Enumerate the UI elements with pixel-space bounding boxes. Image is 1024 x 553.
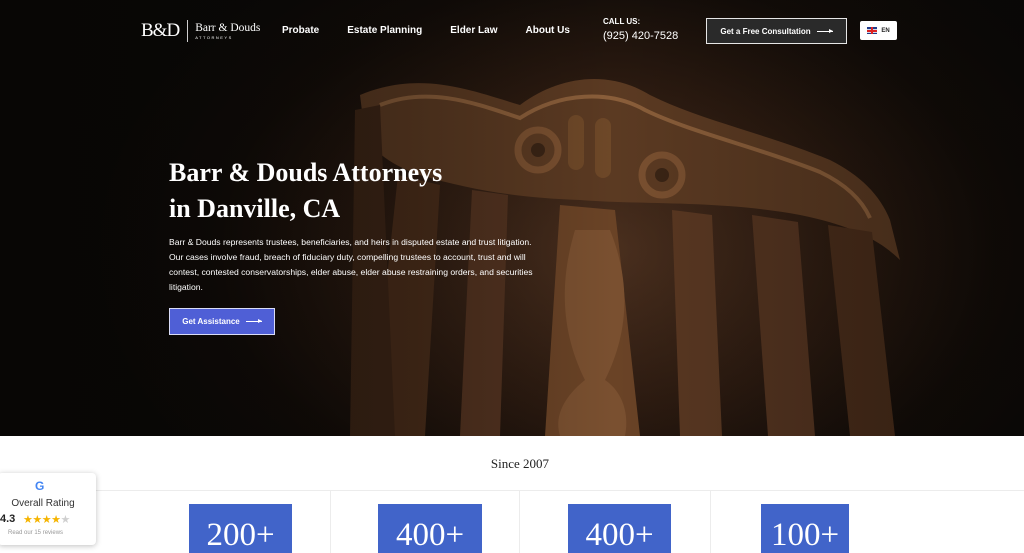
arrow-right-icon: [245, 319, 262, 323]
hero-section: [0, 0, 1024, 436]
language-label: EN: [881, 27, 890, 34]
main-nav: Probate Estate Planning Elder Law About …: [282, 25, 598, 36]
star-icon: ★: [51, 514, 61, 526]
nav-item-probate[interactable]: Probate: [282, 25, 319, 36]
rating-label: Overall Rating: [11, 498, 75, 509]
logo-name: Barr & Douds: [195, 21, 261, 34]
since-heading: Since 2007: [490, 456, 550, 471]
nav-item-about-us[interactable]: About Us: [526, 25, 570, 36]
stat-value: 200+: [189, 504, 292, 553]
free-consultation-button[interactable]: Get a Free Consultation: [706, 18, 847, 44]
nav-item-estate-planning[interactable]: Estate Planning: [347, 25, 422, 36]
nav-item-elder-law[interactable]: Elder Law: [450, 25, 497, 36]
star-rating: ★★★★★: [23, 513, 70, 526]
logo-mark: B&D: [141, 20, 189, 42]
language-selector[interactable]: EN: [860, 21, 897, 40]
arrow-right-icon: [816, 28, 833, 33]
call-us: CALL US: (925) 420-7528: [603, 17, 678, 42]
column-divider: [519, 491, 520, 553]
stat-value: 100+: [761, 504, 849, 553]
get-assistance-label: Get Assistance: [182, 317, 240, 326]
stat-value: 400+: [568, 504, 671, 553]
logo-subtitle: ATTORNEYS: [195, 34, 233, 40]
rating-score: 4.3: [0, 513, 16, 525]
call-label: CALL US:: [603, 17, 641, 26]
phone-link[interactable]: (925) 420-7528: [603, 30, 678, 42]
star-icon: ★: [23, 514, 33, 526]
star-icon: ★: [60, 514, 71, 526]
get-assistance-button[interactable]: Get Assistance: [169, 308, 275, 335]
column-divider: [710, 491, 711, 553]
reviews-link[interactable]: Read our 15 reviews: [8, 530, 63, 536]
column-divider: [330, 491, 331, 553]
divider: [0, 490, 1024, 491]
star-icon: ★: [41, 514, 52, 526]
hero-description: Barr & Douds represents trustees, benefi…: [169, 237, 533, 292]
hero-title-line-2: in Danville, CA: [169, 194, 341, 223]
google-icon: G: [35, 479, 45, 493]
site-logo[interactable]: B&D Barr & Douds ATTORNEYS: [141, 20, 260, 42]
hero-title-line-1: Barr & Douds Attorneys: [169, 158, 443, 187]
google-rating-widget[interactable]: G Overall Rating 4.3 ★★★★★ Read our 15 r…: [0, 473, 96, 545]
star-icon: ★: [32, 514, 42, 526]
stat-value: 400+: [378, 504, 482, 553]
uk-flag-icon: [867, 27, 878, 34]
free-consultation-label: Get a Free Consultation: [720, 26, 811, 36]
hero-title: Barr & Douds Attorneys in Danville, CA: [169, 155, 509, 227]
